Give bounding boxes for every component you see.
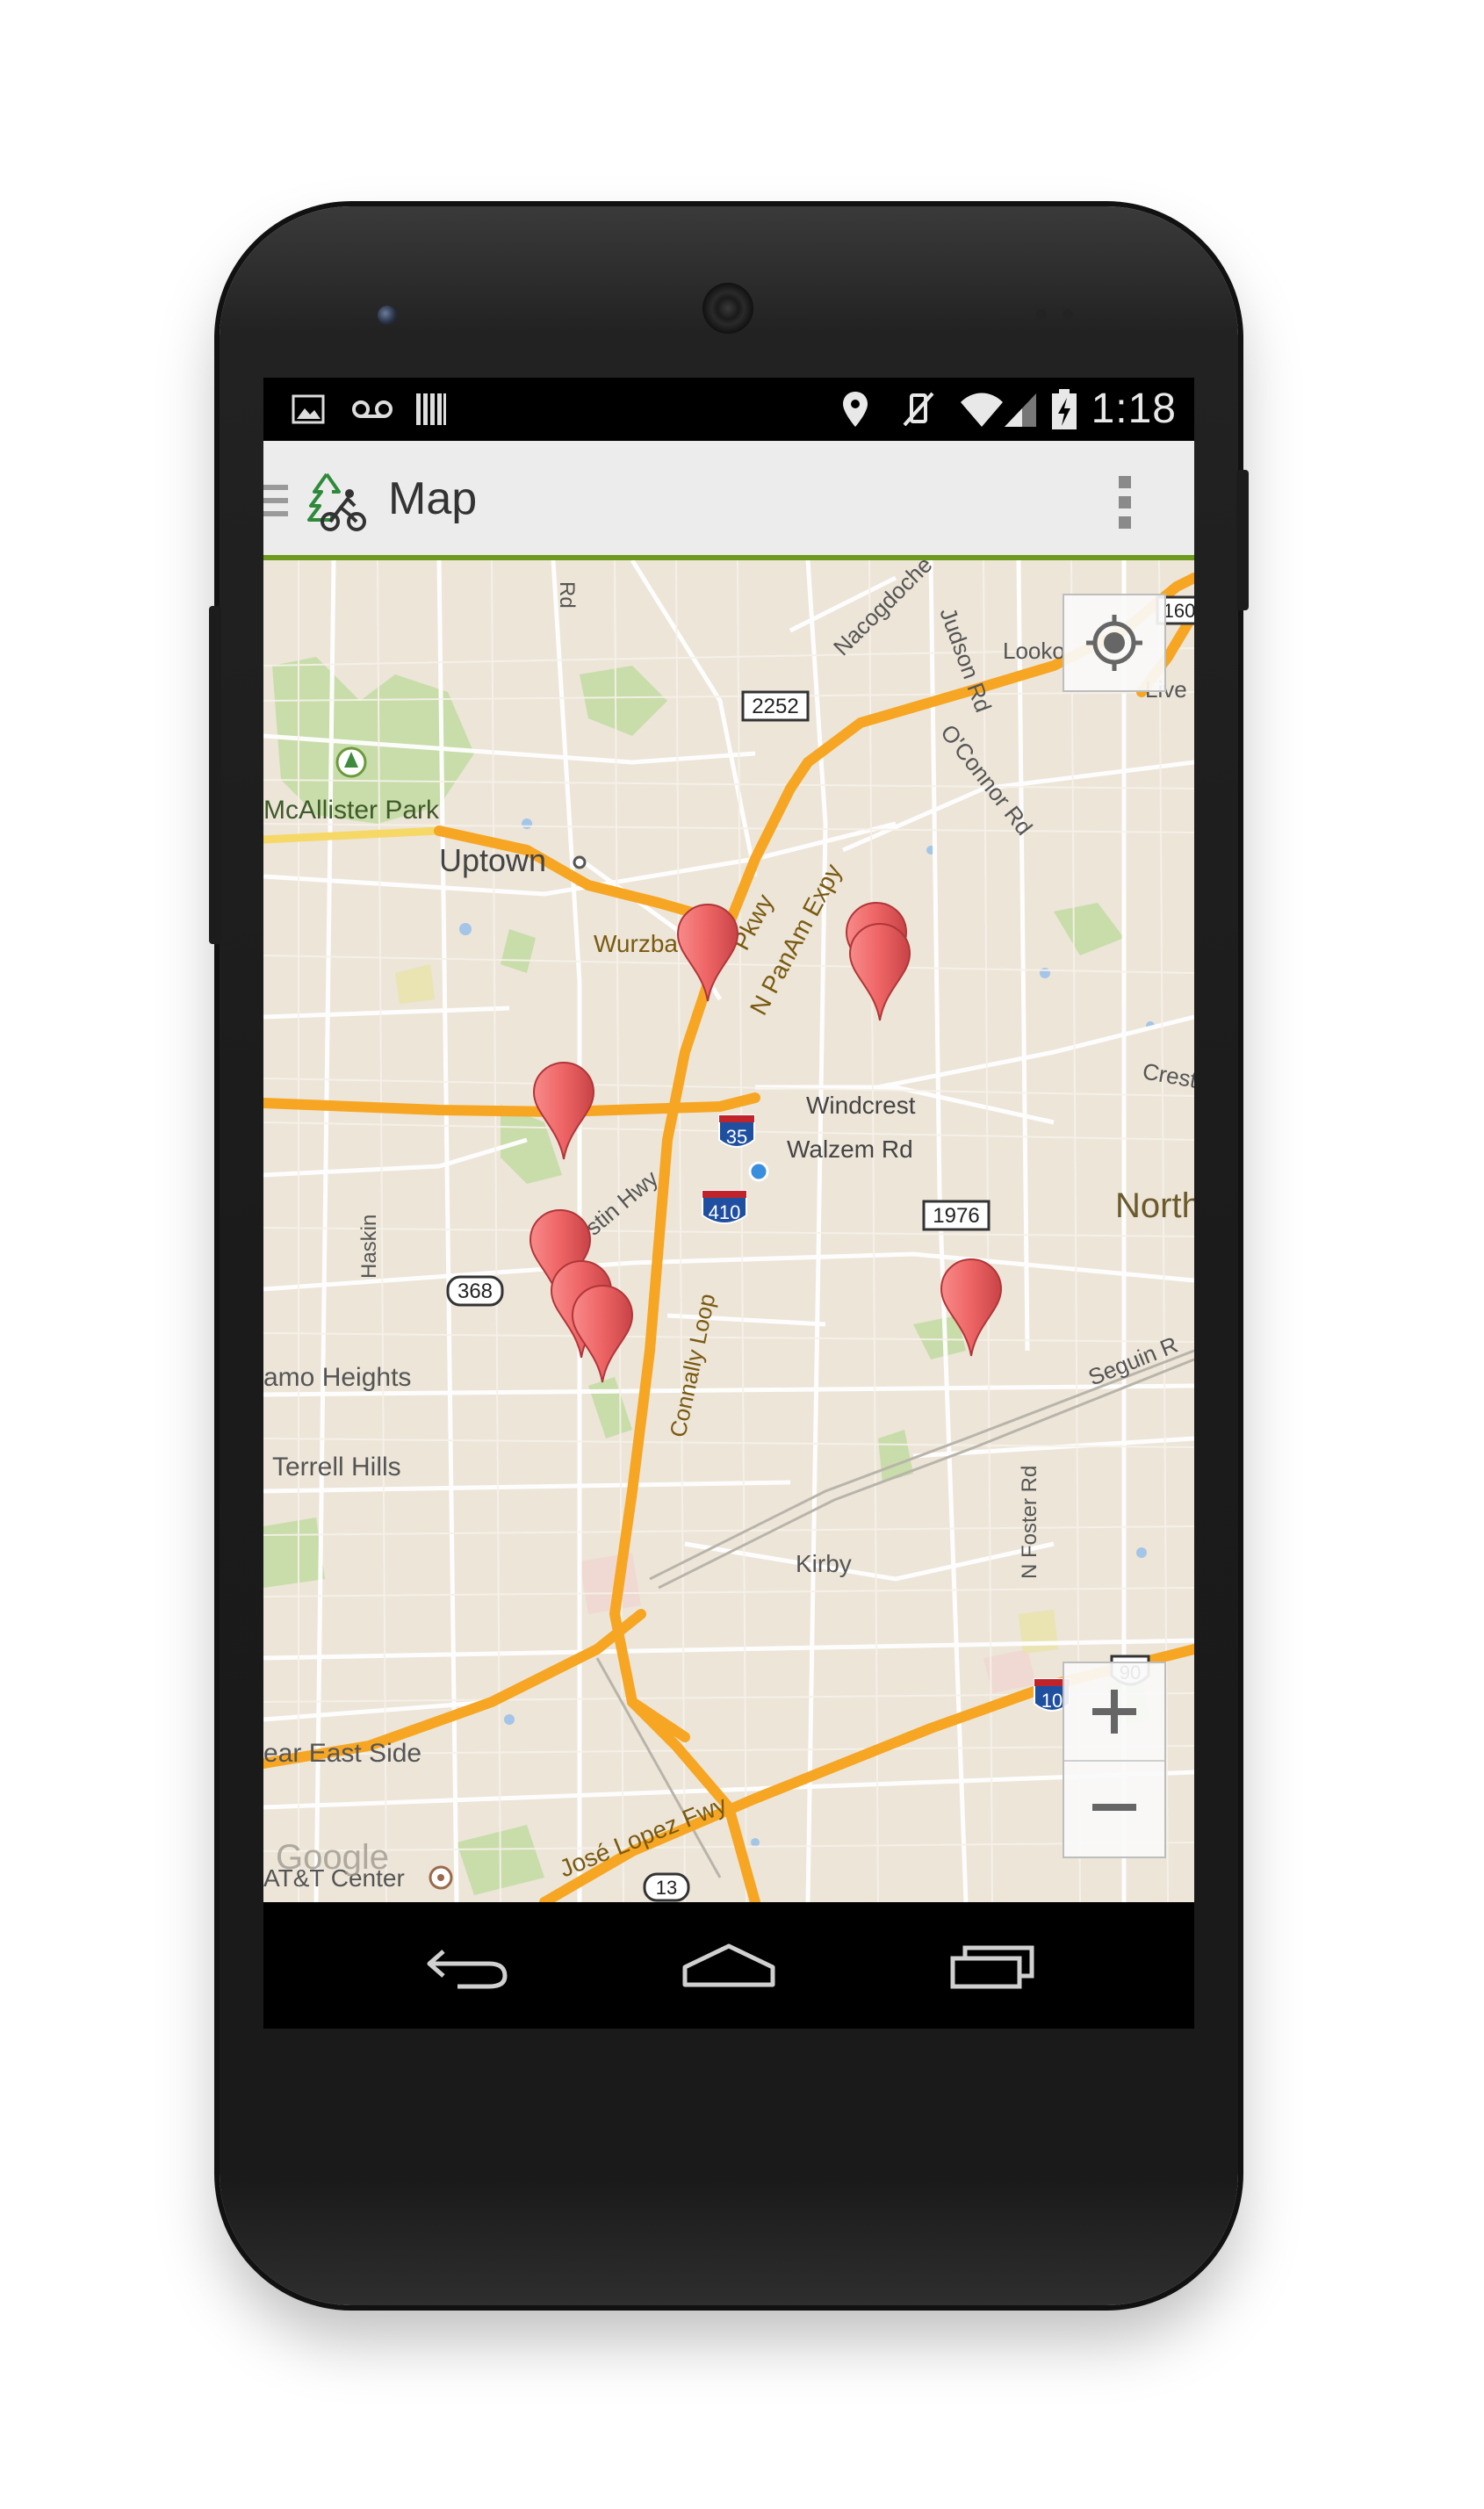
- signal-icon: [1003, 378, 1038, 441]
- svg-text:410: 410: [709, 1201, 741, 1223]
- home-button[interactable]: [641, 1902, 817, 2029]
- earpiece-speaker: [702, 283, 753, 334]
- label-terrell-hills: Terrell Hills: [272, 1453, 401, 1482]
- back-button[interactable]: [379, 1902, 555, 2029]
- label-haskin: Haskin: [357, 1215, 381, 1279]
- shield-i410: 410: [702, 1190, 747, 1224]
- park-icon: [335, 746, 367, 778]
- back-icon: [427, 1950, 508, 1989]
- front-camera: [378, 306, 397, 325]
- label-kirby: Kirby: [796, 1550, 852, 1577]
- label-wurzbach-1: Wurzba: [594, 930, 678, 957]
- label-lookout: Looko: [1003, 638, 1065, 664]
- svg-text:10: 10: [1041, 1690, 1063, 1712]
- att-center-icon: [429, 1865, 453, 1890]
- label-walzem: Walzem Rd: [787, 1136, 913, 1163]
- voicemail-icon: [351, 378, 393, 441]
- my-location-dot: [748, 1161, 769, 1182]
- recents-icon: [950, 1945, 1034, 1989]
- shield-fm2252: 2252: [741, 690, 810, 722]
- google-attribution: Google: [276, 1838, 389, 1877]
- my-location-icon: [1086, 615, 1142, 671]
- light-sensor: [1036, 309, 1047, 320]
- map-canvas[interactable]: McAllister Park Uptown Wurzba Pkwy N Pan…: [263, 560, 1194, 1902]
- navigation-bar: [263, 1902, 1194, 2029]
- recents-button[interactable]: [904, 1902, 1080, 2029]
- label-rd-top: Rd: [555, 581, 579, 609]
- status-time: 1:18: [1091, 386, 1177, 432]
- uptown-dot: [573, 855, 587, 869]
- zoom-out-button[interactable]: [1064, 1762, 1164, 1858]
- zoom-in-button[interactable]: [1064, 1663, 1164, 1762]
- map-view[interactable]: McAllister Park Uptown Wurzba Pkwy N Pan…: [263, 560, 1194, 1902]
- image-notification-icon: [292, 378, 325, 441]
- svg-text:2252: 2252: [752, 695, 798, 718]
- label-near-east-side: ear East Side: [263, 1739, 421, 1768]
- label-n-foster: N Foster Rd: [1018, 1466, 1041, 1579]
- page-title: Map: [388, 473, 478, 524]
- home-icon: [682, 1943, 775, 1987]
- hamburger-icon[interactable]: [263, 485, 288, 520]
- power-button: [1236, 470, 1249, 610]
- shield-fm1976: 1976: [922, 1200, 991, 1231]
- shield-sh368: 368: [446, 1275, 504, 1307]
- action-bar: Map: [263, 441, 1194, 560]
- svg-text:368: 368: [457, 1280, 493, 1303]
- zoom-out-icon: [1092, 1804, 1136, 1811]
- barcode-icon: [414, 378, 448, 441]
- wifi-icon: [957, 378, 1006, 441]
- volume-button: [209, 606, 221, 944]
- label-alamo-heights: amo Heights: [263, 1363, 411, 1392]
- label-mcallister-park: McAllister Park: [263, 796, 440, 825]
- label-north: North: [1115, 1186, 1194, 1225]
- shield-i35: 35: [718, 1114, 755, 1148]
- tree-cyclist-logo-icon[interactable]: [306, 471, 367, 532]
- svg-text:13: 13: [656, 1877, 677, 1899]
- status-bar: 1:18: [263, 378, 1194, 441]
- label-uptown: Uptown: [439, 842, 546, 878]
- screen: 1:18 Map McAllister Park Uptown Wurzba P…: [263, 378, 1194, 2029]
- battery-charging-icon: [1050, 378, 1078, 441]
- location-icon: [841, 378, 869, 441]
- zoom-in-icon: [1092, 1690, 1136, 1734]
- shield-sh13: 13: [643, 1872, 690, 1902]
- label-windcrest: Windcrest: [806, 1092, 916, 1119]
- proximity-sensor: [1063, 309, 1073, 320]
- my-location-button[interactable]: [1063, 594, 1166, 692]
- overflow-menu-icon[interactable]: [1119, 476, 1131, 529]
- svg-text:35: 35: [726, 1126, 747, 1148]
- vibrate-icon: [899, 378, 938, 441]
- svg-text:1976: 1976: [933, 1204, 979, 1228]
- zoom-controls: [1063, 1662, 1166, 1858]
- svg-text:160: 160: [1163, 600, 1194, 622]
